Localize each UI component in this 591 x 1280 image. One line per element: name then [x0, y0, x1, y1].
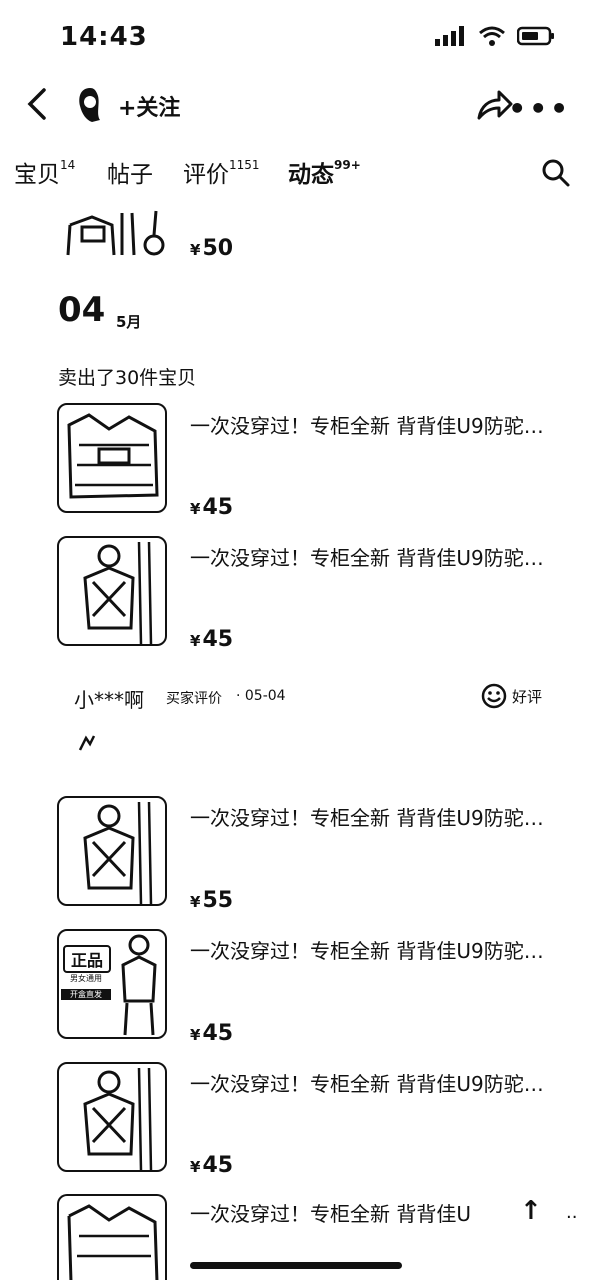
item-price: ¥45 [190, 1021, 234, 1046]
badge-unisex: 男女通用 [70, 974, 102, 983]
item-price: ¥55 [190, 888, 234, 913]
item-price: ¥45 [190, 495, 234, 520]
wifi-icon [479, 26, 505, 46]
tab-reviews[interactable]: 评价1151 [183, 155, 260, 189]
product-thumb[interactable] [57, 403, 167, 513]
review-tag: 买家评价 [166, 691, 222, 707]
item-price: ¥45 [190, 627, 234, 652]
more-dots: .. [566, 1202, 578, 1223]
item-title[interactable]: 一次没穿过！专柜全新 背背佳U9防驼… [190, 1068, 580, 1097]
rating-label: 好评 [512, 687, 543, 706]
product-thumb[interactable] [57, 536, 167, 646]
status-time: 14:43 [60, 22, 148, 52]
product-thumb[interactable] [57, 1194, 167, 1280]
tab-baobei[interactable]: 宝贝14 [14, 155, 75, 189]
product-thumb[interactable]: 正品 男女通用 开盒直发 [57, 929, 167, 1039]
item-title[interactable]: 一次没穿过！专柜全新 背背佳U [190, 1198, 504, 1227]
avatar[interactable] [70, 84, 110, 124]
tab-posts[interactable]: 帖子 [107, 155, 153, 189]
review-image-icon[interactable] [76, 732, 98, 754]
product-thumb[interactable] [57, 1062, 167, 1172]
item-title[interactable]: 一次没穿过！专柜全新 背背佳U9防驼… [190, 935, 580, 964]
item-title[interactable]: 一次没穿过！专柜全新 背背佳U9防驼… [190, 802, 580, 831]
home-indicator[interactable] [190, 1262, 402, 1269]
item-price: ¥50 [190, 236, 234, 261]
product-thumb-partial[interactable] [62, 205, 172, 263]
signal-icon [435, 26, 464, 46]
badge-genuine: 正品 [63, 945, 111, 973]
tab-activity[interactable]: 动态99+ [288, 155, 361, 189]
item-price: ¥45 [190, 1153, 234, 1178]
review-date: · 05-04 [236, 688, 286, 704]
battery-icon [517, 26, 554, 46]
status-icons [435, 26, 555, 46]
item-title[interactable]: 一次没穿过！专柜全新 背背佳U9防驼… [190, 410, 580, 439]
badge-shipping: 开盒直发 [61, 989, 111, 1000]
review-user: 小***啊 [74, 688, 144, 712]
scroll-top-icon[interactable]: ↑ [520, 1196, 542, 1226]
search-icon[interactable] [541, 158, 571, 188]
back-icon[interactable] [22, 86, 58, 122]
sold-summary: 卖出了30件宝贝 [58, 367, 197, 389]
follow-button[interactable]: +关注 [118, 90, 180, 122]
product-thumb[interactable] [57, 796, 167, 906]
date-month: 5月 [116, 313, 142, 331]
smile-icon [481, 683, 507, 709]
item-title[interactable]: 一次没穿过！专柜全新 背背佳U9防驼… [190, 542, 580, 571]
date-day: 04 [58, 290, 106, 330]
rating-badge: 好评 [480, 682, 542, 710]
more-icon[interactable]: ••• [508, 92, 571, 125]
